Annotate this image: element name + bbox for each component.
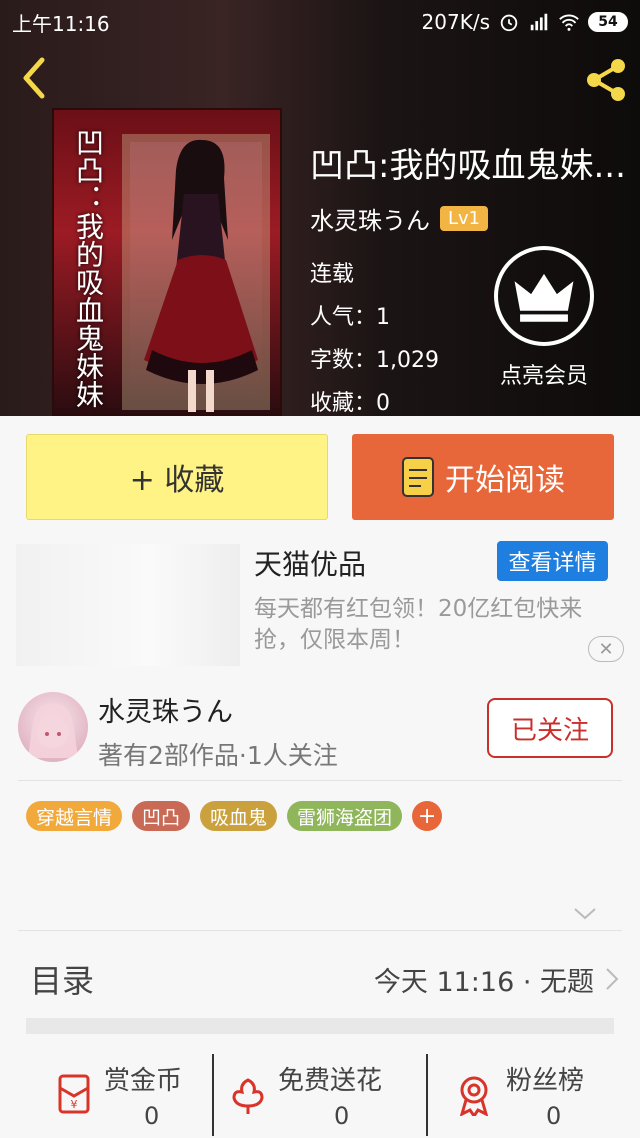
chevron-right-icon — [606, 968, 619, 990]
tag[interactable]: 凹凸 — [132, 801, 191, 831]
author-level-badge: Lv1 — [440, 206, 489, 231]
svg-text:¥: ¥ — [71, 1098, 78, 1111]
crown-icon[interactable] — [494, 246, 594, 346]
toc-latest-chapter: 今天 11:16 · 无题 — [373, 967, 594, 998]
book-title: 凹凸:我的吸血鬼妹... — [310, 146, 626, 186]
signal-icon — [530, 13, 548, 31]
fan-ranking-button[interactable]: 粉丝榜 0 — [428, 1050, 640, 1138]
red-envelope-icon: ¥ — [58, 1074, 90, 1114]
book-word-count: 字数：1,029 — [310, 348, 439, 373]
ad-image[interactable] — [16, 544, 240, 666]
book-icon — [402, 457, 434, 497]
flower-icon — [232, 1078, 264, 1114]
medal-icon — [459, 1076, 489, 1116]
tag[interactable]: 雷狮海盗团 — [287, 801, 403, 831]
alarm-icon — [500, 14, 518, 32]
table-of-contents-row[interactable]: 目录 今天 11:16 · 无题 — [0, 940, 640, 1014]
battery-indicator: 54 — [588, 12, 628, 32]
toc-title: 目录 — [30, 962, 95, 1000]
start-reading-label: 开始阅读 — [445, 463, 565, 498]
chevron-down-icon[interactable] — [572, 906, 598, 922]
ad-title[interactable]: 天猫优品 — [254, 543, 366, 583]
wifi-icon — [559, 14, 579, 31]
divider — [18, 930, 622, 931]
book-status: 连载 — [310, 262, 355, 287]
book-cover[interactable]: 凹凸：我的吸血鬼妹妹 — [52, 108, 282, 416]
cover-illustration — [144, 139, 258, 412]
reward-coins-button[interactable]: ¥ 赏金币 0 — [0, 1050, 212, 1138]
cover-title: 凹凸：我的吸血鬼妹妹 — [72, 128, 105, 408]
book-favorites: 收藏：0 — [310, 391, 390, 416]
section-separator — [26, 1018, 614, 1034]
reward-coins-count: 0 — [144, 1102, 160, 1130]
author-stats: 著有2部作品·1人关注 — [98, 741, 338, 770]
send-flowers-count: 0 — [334, 1102, 350, 1130]
ad-detail-button[interactable]: 查看详情 — [497, 541, 608, 581]
tag-list: 穿越言情 凹凸 吸血鬼 雷狮海盗团 + — [26, 801, 443, 831]
back-button[interactable] — [12, 50, 56, 106]
fan-ranking-label: 粉丝榜 — [506, 1066, 585, 1096]
follow-button[interactable]: 已关注 — [487, 698, 613, 758]
book-popularity: 人气：1 — [310, 305, 390, 330]
send-flowers-label: 免费送花 — [278, 1066, 383, 1096]
vip-label[interactable]: 点亮会员 — [492, 358, 596, 390]
reward-coins-label: 赏金币 — [104, 1066, 183, 1096]
tag[interactable]: 吸血鬼 — [200, 801, 278, 831]
net-speed: 207K/s — [421, 10, 490, 34]
ad-description[interactable]: 每天都有红包领！20亿红包快来抢，仅限本周！ — [254, 594, 624, 656]
book-detail-screen: 上午11:16 207K/s 54 凹凸：我的吸血鬼妹妹 凹凸:我的吸血鬼妹..… — [0, 0, 640, 1138]
book-header: 上午11:16 207K/s 54 凹凸：我的吸血鬼妹妹 凹凸:我的吸血鬼妹..… — [0, 0, 640, 416]
status-time: 上午11:16 — [12, 11, 110, 36]
bottom-stats-bar: ¥ 赏金币 0 免费送花 0 粉丝榜 0 — [0, 1050, 640, 1138]
status-bar: 上午11:16 207K/s 54 — [0, 0, 640, 44]
fan-ranking-count: 0 — [546, 1102, 562, 1130]
add-tag-button[interactable]: + — [412, 801, 443, 831]
send-flowers-button[interactable]: 免费送花 0 — [214, 1050, 426, 1138]
book-author[interactable]: 水灵珠うん — [310, 201, 430, 236]
divider — [18, 780, 622, 781]
share-button[interactable] — [580, 52, 632, 108]
start-reading-button[interactable]: 开始阅读 — [352, 434, 614, 520]
collect-button[interactable]: + 收藏 — [26, 434, 328, 520]
close-icon[interactable]: ✕ — [588, 636, 624, 662]
tag[interactable]: 穿越言情 — [26, 801, 123, 831]
avatar[interactable] — [18, 692, 88, 762]
author-name[interactable]: 水灵珠うん — [98, 690, 233, 729]
